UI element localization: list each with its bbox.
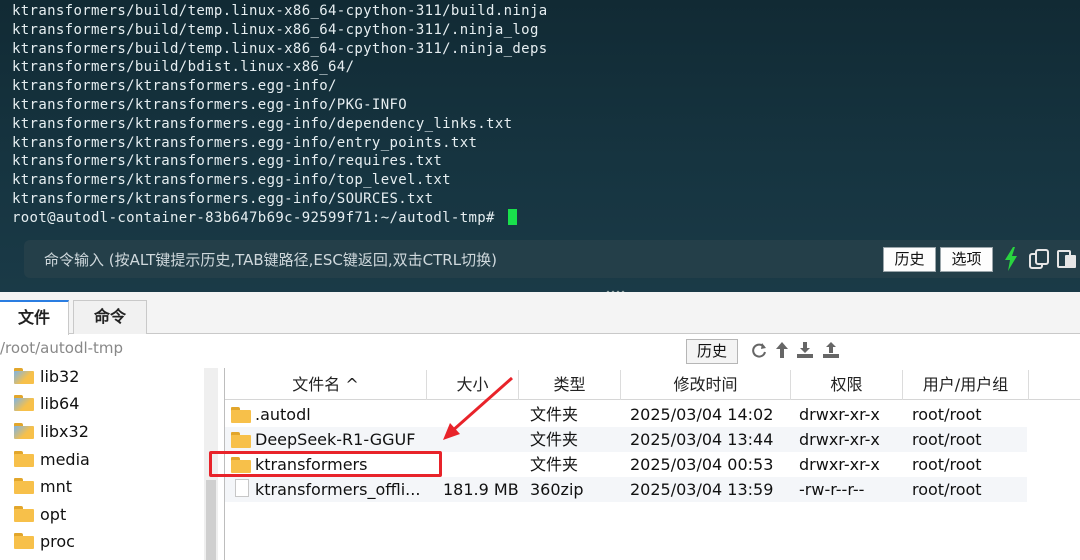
folder-link-icon [14, 423, 34, 439]
column-header-type[interactable]: 类型 [519, 370, 621, 400]
file-owner: root/root [912, 405, 982, 424]
tree-item-label: proc [40, 531, 75, 551]
file-size: 181.9 MB [443, 480, 519, 499]
column-header-modified[interactable]: 修改时间 [621, 370, 791, 400]
tree-item-label: media [40, 449, 90, 469]
tree-item-label: mnt [40, 476, 72, 496]
table-row[interactable]: DeepSeek-R1-GGUF 文件夹 2025/03/04 13:44 dr… [225, 427, 1027, 452]
tree-item-opt[interactable]: opt [14, 501, 66, 527]
file-type: 文件夹 [530, 405, 579, 424]
folder-icon [231, 432, 251, 448]
folder-icon [14, 451, 34, 467]
terminal-line: ktransformers/ktransformers.egg-info/ [12, 78, 337, 95]
highlight-box [209, 451, 442, 477]
zip-file-icon [235, 479, 249, 497]
terminal-output: ktransformers/build/temp.linux-x86_64-cp… [12, 2, 548, 228]
command-input-placeholder[interactable]: 命令输入 (按ALT键提示历史,TAB键路径,ESC键返回,双击CTRL切换) [44, 249, 497, 270]
file-permissions: drwxr-xr-x [799, 430, 880, 449]
tab-files[interactable]: 文件 [0, 300, 69, 335]
tree-item-label: libx32 [40, 421, 89, 441]
terminal-line: ktransformers/ktransformers.egg-info/req… [12, 153, 443, 170]
tree-item-libx32[interactable]: libx32 [14, 418, 89, 444]
folder-icon [14, 533, 34, 549]
copy-icon[interactable] [1028, 248, 1050, 270]
tree-item-proc[interactable]: proc [14, 528, 75, 554]
file-name: .autodl [255, 405, 311, 424]
file-name: ktransformers_offli... [255, 480, 421, 499]
terminal-prompt-line[interactable]: root@autodl-container-83b647b69c-92599f7… [12, 208, 548, 228]
file-name: DeepSeek-R1-GGUF [255, 430, 416, 449]
file-modified: 2025/03/04 00:53 [630, 455, 774, 474]
tree-item-label: lib32 [40, 366, 80, 386]
folder-icon [14, 506, 34, 522]
path-history-button[interactable]: 历史 [686, 339, 738, 364]
terminal-cursor [507, 208, 517, 225]
lightning-icon[interactable] [1004, 247, 1018, 271]
path-input[interactable]: /root/autodl-tmp [0, 339, 123, 357]
tree-item-lib64[interactable]: lib64 [14, 390, 79, 416]
file-permissions: drwxr-xr-x [799, 405, 880, 424]
table-row[interactable]: .autodl 文件夹 2025/03/04 14:02 drwxr-xr-x … [225, 402, 1027, 427]
command-history-button[interactable]: 历史 [883, 247, 936, 272]
tree-item-media[interactable]: media [14, 446, 90, 472]
file-manager: 文件 命令 /root/autodl-tmp 历史 lib32 lib64 li… [0, 292, 1080, 560]
file-owner: root/root [912, 480, 982, 499]
tab-commands[interactable]: 命令 [73, 300, 147, 334]
terminal-line: ktransformers/ktransformers.egg-info/PKG… [12, 96, 408, 113]
file-owner: root/root [912, 455, 982, 474]
terminal-line: ktransformers/build/temp.linux-x86_64-cp… [12, 3, 548, 19]
file-modified: 2025/03/04 13:59 [630, 480, 774, 499]
terminal-line: ktransformers/ktransformers.egg-info/ent… [12, 134, 478, 151]
command-input-bar[interactable]: 命令输入 (按ALT键提示历史,TAB键路径,ESC键返回,双击CTRL切换) … [24, 240, 1080, 278]
file-type: 文件夹 [530, 430, 579, 449]
file-permissions: -rw-r--r-- [799, 480, 865, 499]
terminal-panel[interactable]: ktransformers/build/temp.linux-x86_64-cp… [0, 0, 1080, 292]
upload-icon[interactable] [821, 341, 841, 359]
tree-item-label: lib64 [40, 393, 80, 413]
column-header-name[interactable]: 文件名 ^ [225, 370, 427, 400]
download-icon[interactable] [795, 341, 815, 359]
path-bar: /root/autodl-tmp 历史 [0, 335, 1080, 364]
table-row[interactable]: ktransformers_offli... 181.9 MB 360zip 2… [225, 477, 1027, 502]
column-header-owner[interactable]: 用户/用户组 [903, 370, 1029, 400]
column-header-size[interactable]: 大小 [427, 370, 519, 400]
terminal-line: ktransformers/ktransformers.egg-info/SOU… [12, 190, 434, 207]
directory-tree: lib32 lib64 libx32 media mnt opt proc [0, 367, 218, 560]
refresh-icon[interactable] [750, 341, 768, 359]
file-type: 360zip [530, 480, 584, 499]
paste-icon[interactable] [1056, 248, 1078, 270]
tree-item-label: opt [40, 504, 67, 524]
up-icon[interactable] [775, 341, 789, 359]
tree-item-lib32[interactable]: lib32 [14, 363, 79, 389]
file-owner: root/root [912, 430, 982, 449]
folder-link-icon [14, 368, 34, 384]
terminal-line: ktransformers/build/temp.linux-x86_64-cp… [12, 40, 548, 57]
tree-item-mnt[interactable]: mnt [14, 473, 72, 499]
terminal-line: ktransformers/build/bdist.linux-x86_64/ [12, 59, 355, 76]
file-type: 文件夹 [530, 455, 579, 474]
terminal-line: ktransformers/ktransformers.egg-info/top… [12, 172, 451, 189]
tree-scrollbar-thumb[interactable] [206, 480, 216, 560]
folder-icon [14, 478, 34, 494]
folder-link-icon [14, 395, 34, 411]
table-header: 文件名 ^ 大小 类型 修改时间 权限 用户/用户组 [225, 370, 1080, 400]
terminal-line: ktransformers/build/temp.linux-x86_64-cp… [12, 21, 539, 38]
terminal-line: ktransformers/ktransformers.egg-info/dep… [12, 115, 513, 132]
command-options-button[interactable]: 选项 [940, 247, 993, 272]
tab-bar: 文件 命令 [0, 292, 1080, 335]
folder-icon [231, 407, 251, 423]
file-modified: 2025/03/04 13:44 [630, 430, 774, 449]
file-modified: 2025/03/04 14:02 [630, 405, 774, 424]
column-header-permissions[interactable]: 权限 [791, 370, 903, 400]
terminal-prompt: root@autodl-container-83b647b69c-92599f7… [12, 209, 504, 226]
file-permissions: drwxr-xr-x [799, 455, 880, 474]
